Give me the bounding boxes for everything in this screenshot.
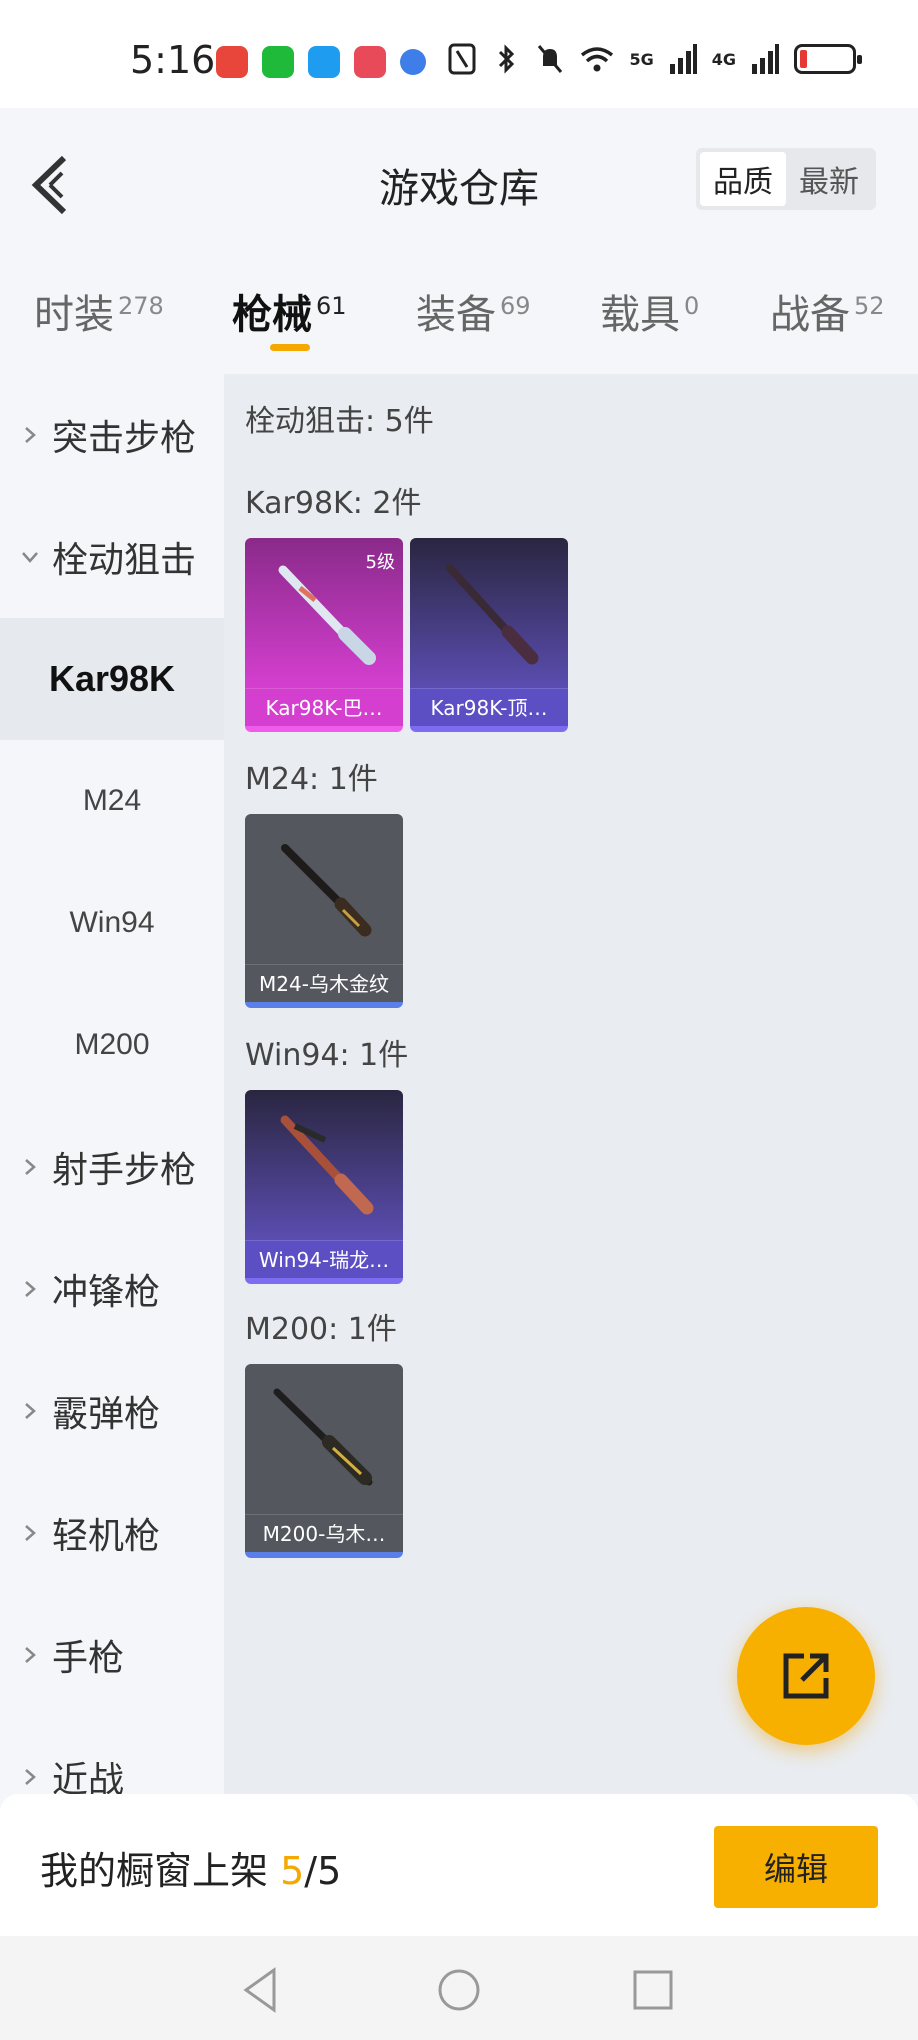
group-title-kar98k: Kar98K: 2件 [245, 486, 422, 521]
rarity-bar [245, 1552, 403, 1558]
reader-icon [354, 46, 386, 78]
system-nav-bar [0, 1936, 918, 2040]
weapon-card[interactable]: M200-乌木… [245, 1364, 403, 1558]
weapon-image [245, 814, 403, 964]
sort-quality-button[interactable]: 品质 [700, 152, 786, 206]
network-4g-label: 4G [711, 49, 736, 69]
share-fab-button[interactable] [737, 1607, 875, 1745]
item-name: Kar98K-巴… [245, 688, 403, 726]
item-name: Win94-瑞龙… [245, 1240, 403, 1278]
sidebar-sub-kar98k[interactable]: Kar98K [0, 618, 224, 740]
battery-icon [794, 44, 862, 74]
shelf-status: 我的橱窗上架 5/5 [40, 1849, 342, 1893]
sidebar-item-smg[interactable]: 冲锋枪 [0, 1228, 224, 1350]
group-title-m24: M24: 1件 [245, 762, 378, 797]
group-title-win94: Win94: 1件 [245, 1038, 409, 1073]
signal-icon [669, 44, 697, 74]
tab-count: 0 [684, 291, 700, 320]
tab-fashion[interactable]: 时装 278 [34, 282, 164, 340]
status-bar: 5:16 5G 4G [0, 0, 918, 108]
rarity-bar [245, 1002, 403, 1008]
weapon-card[interactable]: Win94-瑞龙… [245, 1090, 403, 1284]
bluetooth-icon [499, 44, 515, 74]
sidebar-item-shotgun[interactable]: 霰弹枪 [0, 1350, 224, 1472]
edit-button[interactable]: 编辑 [714, 1826, 878, 1908]
weapon-list: 栓动狙击: 5件 Kar98K: 2件 5级 Kar98K-巴… Kar98K-… [224, 374, 918, 1794]
category-title: 栓动狙击: 5件 [245, 404, 434, 439]
share-external-icon [783, 1653, 829, 1699]
weapon-card[interactable]: M24-乌木金纹 [245, 814, 403, 1008]
signal-icon-2 [752, 44, 779, 74]
nav-recents-icon[interactable] [625, 1962, 681, 2018]
system-status-icons: 5G 4G [447, 42, 862, 76]
group-title-m200: M200: 1件 [245, 1312, 397, 1347]
rarity-bar [410, 726, 568, 732]
mute-icon [538, 45, 563, 73]
item-name: Kar98K-顶… [410, 688, 568, 726]
status-time: 5:16 [130, 38, 216, 82]
chevron-right-icon [25, 1769, 36, 1785]
app-notification-icon [216, 46, 248, 78]
rarity-bar [245, 1278, 403, 1284]
tab-count: 61 [316, 291, 347, 320]
sidebar-sub-win94[interactable]: Win94 [0, 862, 224, 984]
active-tab-indicator [270, 344, 310, 351]
chevron-right-icon [25, 427, 36, 443]
weapon-image [245, 1364, 403, 1514]
weapon-card[interactable]: 5级 Kar98K-巴… [245, 538, 403, 732]
shelf-current-count: 5 [280, 1849, 305, 1893]
sort-toggle: 品质 最新 [696, 148, 876, 210]
sidebar-sub-m200[interactable]: M200 [0, 984, 224, 1106]
chevron-right-icon [25, 1403, 36, 1419]
wechat-icon [262, 46, 294, 78]
chevron-right-icon [25, 1525, 36, 1541]
notification-icons [216, 46, 426, 78]
sidebar-sub-m24[interactable]: M24 [0, 740, 224, 862]
shelf-bar: 我的橱窗上架 5/5 编辑 [0, 1794, 918, 1936]
tab-equipment[interactable]: 装备 69 [416, 282, 531, 340]
tab-weapons[interactable]: 枪械 61 [232, 282, 347, 340]
browser-icon [400, 49, 426, 75]
nav-home-icon[interactable] [431, 1962, 487, 2018]
tab-count: 52 [854, 291, 885, 320]
chevron-right-icon [25, 1647, 36, 1663]
sidebar-item-assault-rifle[interactable]: 突击步枪 [0, 374, 224, 496]
sidebar-item-pistol[interactable]: 手枪 [0, 1594, 224, 1716]
chevron-down-icon [22, 552, 38, 563]
sidebar-item-marksman-rifle[interactable]: 射手步枪 [0, 1106, 224, 1228]
network-5g-label: 5G [629, 49, 654, 69]
category-tabs: 时装 278 枪械 61 装备 69 载具 0 战备 52 [0, 258, 918, 374]
item-name: M24-乌木金纹 [245, 964, 403, 1002]
tab-count: 278 [118, 291, 164, 320]
item-level-badge: 5级 [365, 552, 395, 573]
item-name: M200-乌木… [245, 1514, 403, 1552]
message-icon [308, 46, 340, 78]
sidebar-item-melee[interactable]: 近战 [0, 1716, 224, 1794]
chevron-right-icon [25, 1281, 36, 1297]
rarity-bar [245, 726, 403, 732]
sidebar-item-bolt-sniper[interactable]: 栓动狙击 [0, 496, 224, 618]
sort-newest-button[interactable]: 最新 [786, 152, 872, 206]
sidebar-item-lmg[interactable]: 轻机枪 [0, 1472, 224, 1594]
tab-supplies[interactable]: 战备 52 [770, 282, 885, 340]
weapon-card[interactable]: Kar98K-顶… [410, 538, 568, 732]
weapon-image [410, 538, 568, 688]
tab-vehicles[interactable]: 载具 0 [600, 282, 699, 340]
tab-count: 69 [500, 291, 531, 320]
weapon-image [245, 1090, 403, 1240]
header: 游戏仓库 品质 最新 [0, 108, 918, 258]
weapon-type-sidebar: 突击步枪 栓动狙击 Kar98K M24 Win94 M200 射手步枪 冲锋枪… [0, 374, 224, 1794]
nav-back-icon[interactable] [234, 1962, 290, 2018]
shelf-total-count: /5 [304, 1849, 342, 1893]
nfc-icon [448, 43, 476, 75]
chevron-right-icon [25, 1159, 36, 1175]
wifi-icon [581, 47, 614, 72]
